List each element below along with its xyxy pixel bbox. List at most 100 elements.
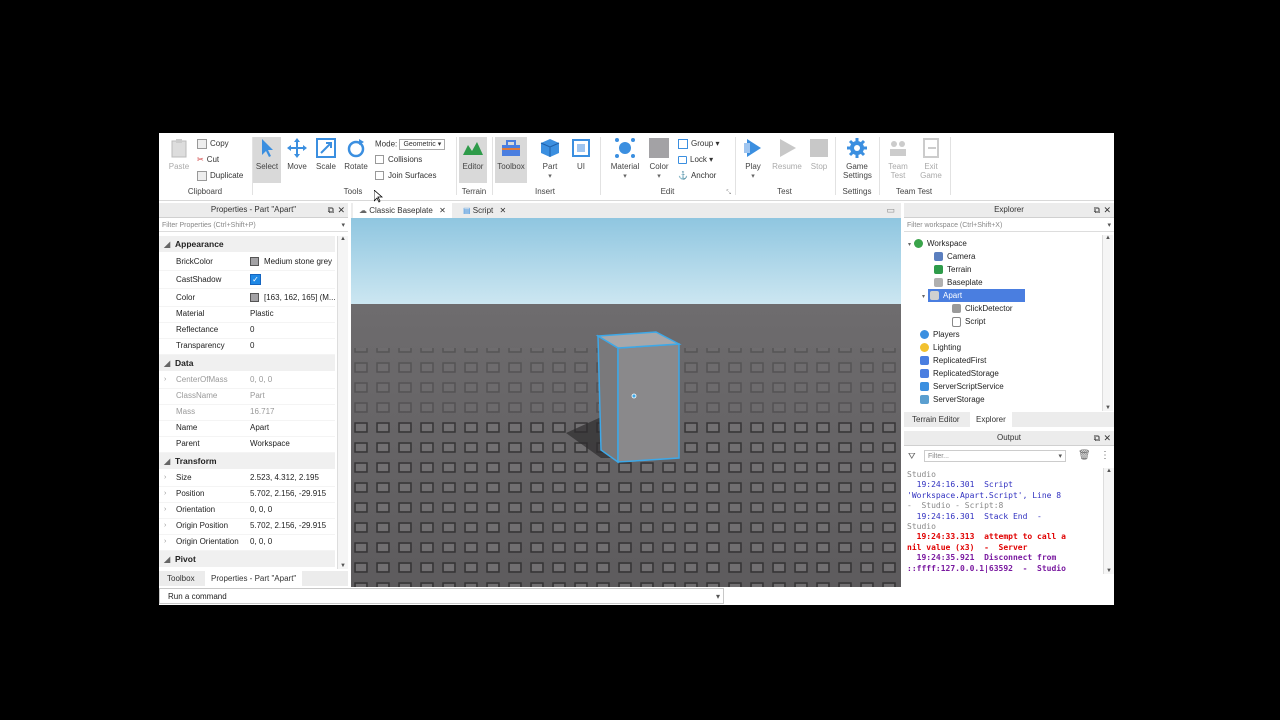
tab-terrain-editor[interactable]: Terrain Editor <box>906 412 966 427</box>
command-dropdown-icon[interactable]: ▾ <box>716 589 720 605</box>
select-button[interactable]: Select <box>253 137 281 183</box>
tree-item-clickdetector[interactable]: ClickDetector <box>952 302 1013 315</box>
castshadow-checkbox[interactable]: ✓ <box>250 274 261 286</box>
explorer-filter-input[interactable]: Filter workspace (Ctrl+Shift+X) ▾ <box>904 219 1114 232</box>
window-toggle-icon[interactable]: ▭ <box>886 205 895 216</box>
exit-game-button[interactable]: Exit Game <box>917 137 945 180</box>
property-row[interactable]: Material Plastic <box>159 306 335 323</box>
property-row[interactable]: CastShadow ✓ <box>159 272 335 289</box>
filter-dropdown-icon[interactable]: ▾ <box>1058 451 1062 463</box>
property-row[interactable]: › CenterOfMass 0, 0, 0 <box>159 372 335 389</box>
tab-classic-baseplate[interactable]: ☁ Classic Baseplate ✕ <box>353 203 452 218</box>
property-row[interactable]: Name Apart <box>159 420 335 437</box>
tree-item-serverscriptservice[interactable]: ServerScriptService <box>920 380 1004 393</box>
property-row[interactable]: Color [163, 162, 165] (M... <box>159 290 336 307</box>
collapse-icon[interactable]: ◢ <box>159 453 175 469</box>
ui-button[interactable]: UI <box>567 137 595 171</box>
scroll-up-icon[interactable]: ▲ <box>1103 235 1113 241</box>
scroll-down-icon[interactable]: ▼ <box>1103 405 1113 411</box>
tab-script[interactable]: ▤ Script ✕ <box>457 203 512 218</box>
mode-selector[interactable]: Mode: Geometric ▾ <box>375 139 446 150</box>
section-data[interactable]: ◢ Data <box>159 355 335 371</box>
paste-button[interactable]: Paste <box>165 137 193 171</box>
close-tab-icon[interactable]: ✕ <box>499 206 506 215</box>
trash-icon[interactable]: 🗑 <box>1078 450 1091 461</box>
copy-button[interactable]: Copy <box>197 139 229 149</box>
tree-item-replicatedfirst[interactable]: ReplicatedFirst <box>920 354 986 367</box>
move-button[interactable]: Move <box>283 137 311 171</box>
team-test-button[interactable]: Team Test <box>884 137 912 180</box>
property-row[interactable]: › Origin Orientation 0, 0, 0 <box>159 534 335 551</box>
join-surfaces-checkbox[interactable] <box>375 171 384 181</box>
scroll-down-icon[interactable]: ▼ <box>1104 568 1114 574</box>
section-transform[interactable]: ◢ Transform <box>159 453 335 469</box>
terrain-editor-button[interactable]: Editor <box>459 137 487 183</box>
close-tab-icon[interactable]: ✕ <box>439 206 446 215</box>
part-dropdown-icon[interactable]: ▾ <box>548 173 552 180</box>
expand-arrow-icon[interactable]: › <box>164 372 166 388</box>
collisions-toggle[interactable]: Collisions <box>375 155 422 165</box>
close-icon[interactable]: ✕ <box>1103 203 1111 217</box>
tree-item-serverstorage[interactable]: ServerStorage <box>920 393 985 406</box>
anchor-button[interactable]: ⚓ Anchor <box>678 171 716 180</box>
duplicate-button[interactable]: Duplicate <box>197 171 243 181</box>
undock-icon[interactable]: ⧉ <box>328 203 334 217</box>
property-row[interactable]: › Orientation 0, 0, 0 <box>159 502 335 519</box>
tree-item-terrain[interactable]: Terrain <box>934 263 971 276</box>
property-row[interactable]: Reflectance 0 <box>159 322 335 339</box>
tree-item-players[interactable]: Players <box>920 328 960 341</box>
join-surfaces-toggle[interactable]: Join Surfaces <box>375 171 436 181</box>
close-icon[interactable]: ✕ <box>1103 431 1111 445</box>
property-row[interactable]: ClassName Part <box>159 388 335 405</box>
collapse-icon[interactable]: ◢ <box>159 551 175 567</box>
scroll-up-icon[interactable]: ▲ <box>1104 468 1114 474</box>
tab-toolbox[interactable]: Toolbox <box>161 571 201 586</box>
3d-viewport[interactable] <box>351 218 901 587</box>
tree-item-baseplate[interactable]: Baseplate <box>934 276 983 289</box>
tab-explorer[interactable]: Explorer <box>970 412 1012 427</box>
play-button[interactable]: Play ▾ <box>738 137 768 180</box>
output-scrollbar[interactable]: ▲ ▼ <box>1103 468 1114 574</box>
mode-dropdown[interactable]: Geometric ▾ <box>399 139 446 150</box>
collapse-arrow-icon[interactable]: ▾ <box>908 242 911 248</box>
property-row[interactable]: BrickColor Medium stone grey <box>159 254 335 271</box>
material-button[interactable]: Material ▾ <box>609 137 641 180</box>
scroll-down-icon[interactable]: ▼ <box>338 563 348 569</box>
cut-button[interactable]: ✂ Cut <box>197 155 219 164</box>
filter-dropdown-icon[interactable]: ▾ <box>341 219 345 232</box>
group-button[interactable]: Group ▾ <box>678 139 719 149</box>
properties-filter-input[interactable]: Filter Properties (Ctrl+Shift+P) ▾ <box>159 219 348 232</box>
tree-item-camera[interactable]: Camera <box>934 250 975 263</box>
property-row[interactable]: › Position 5.702, 2.156, -29.915 <box>159 486 335 503</box>
tree-item-script[interactable]: Script <box>952 315 985 328</box>
output-filter-input[interactable]: Filter... ▾ <box>924 450 1066 462</box>
collapse-icon[interactable]: ◢ <box>159 236 175 252</box>
color-button[interactable]: Color ▾ <box>645 137 673 180</box>
scroll-up-icon[interactable]: ▲ <box>338 236 348 242</box>
filter-funnel-icon[interactable]: ⛛ <box>908 451 916 462</box>
expand-arrow-icon[interactable]: › <box>164 502 166 518</box>
tree-item-lighting[interactable]: Lighting <box>920 341 961 354</box>
properties-scrollbar[interactable]: ▲ ▼ <box>337 236 348 569</box>
collapse-arrow-icon[interactable]: ▾ <box>922 294 925 300</box>
expand-arrow-icon[interactable]: › <box>164 470 166 486</box>
tree-item-workspace[interactable]: ▾ Workspace <box>908 237 967 250</box>
tab-properties[interactable]: Properties - Part "Apart" <box>205 571 303 586</box>
property-row[interactable]: › Size 2.523, 4.312, 2.195 <box>159 470 335 487</box>
property-row[interactable]: Transparency 0 <box>159 338 335 355</box>
lock-button[interactable]: Lock ▾ <box>678 155 713 164</box>
undock-icon[interactable]: ⧉ <box>1094 431 1100 445</box>
filter-dropdown-icon[interactable]: ▾ <box>1107 219 1111 232</box>
undock-icon[interactable]: ⧉ <box>1094 203 1100 217</box>
stop-button[interactable]: Stop <box>805 137 833 171</box>
more-options-icon[interactable]: ⋮ <box>1100 450 1110 461</box>
collisions-checkbox[interactable] <box>375 155 384 165</box>
explorer-scrollbar[interactable]: ▲ ▼ <box>1102 235 1113 411</box>
tree-item-apart[interactable]: ▾ Apart <box>922 289 1026 302</box>
scale-button[interactable]: Scale <box>312 137 340 171</box>
section-pivot[interactable]: ◢ Pivot <box>159 551 335 567</box>
property-row[interactable]: Mass 16.717 <box>159 404 335 421</box>
part-button[interactable]: Part ▾ <box>536 137 564 180</box>
rotate-button[interactable]: Rotate <box>342 137 370 171</box>
expand-arrow-icon[interactable]: › <box>164 534 166 550</box>
